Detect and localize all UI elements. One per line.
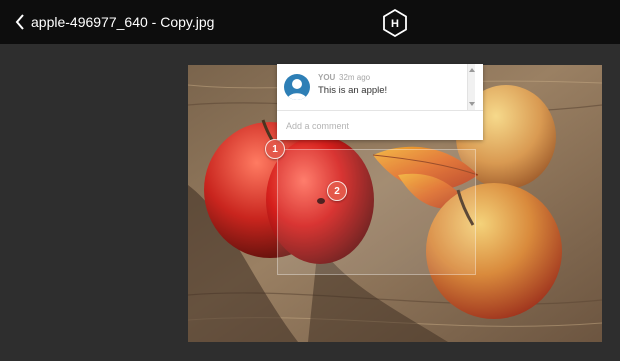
comment-author: YOU (318, 73, 336, 82)
add-comment-input[interactable] (277, 111, 483, 140)
brand-logo: H (382, 8, 408, 38)
marker-number: 1 (272, 143, 278, 155)
chevron-left-icon (15, 14, 24, 30)
annotation-marker-2[interactable]: 2 (327, 181, 347, 201)
user-icon (287, 79, 307, 100)
comment-scrollbar[interactable] (467, 64, 475, 110)
comment-popup: YOU 32m ago This is an apple! (277, 64, 483, 140)
avatar (284, 74, 310, 100)
annotation-marker-1[interactable]: 1 (265, 139, 285, 159)
logo-letter: H (391, 18, 399, 30)
annotation-region[interactable] (277, 149, 476, 275)
scroll-down-arrow-icon[interactable] (469, 102, 475, 106)
file-name-title: apple-496977_640 - Copy.jpg (31, 14, 215, 30)
comment-entry: YOU 32m ago This is an apple! (277, 64, 475, 110)
comment-text: This is an apple! (318, 85, 388, 96)
back-button[interactable] (10, 11, 30, 33)
comment-time: 32m ago (339, 73, 371, 82)
top-bar: apple-496977_640 - Copy.jpg H (0, 0, 620, 44)
scroll-up-arrow-icon[interactable] (469, 68, 475, 72)
marker-number: 2 (334, 185, 340, 197)
